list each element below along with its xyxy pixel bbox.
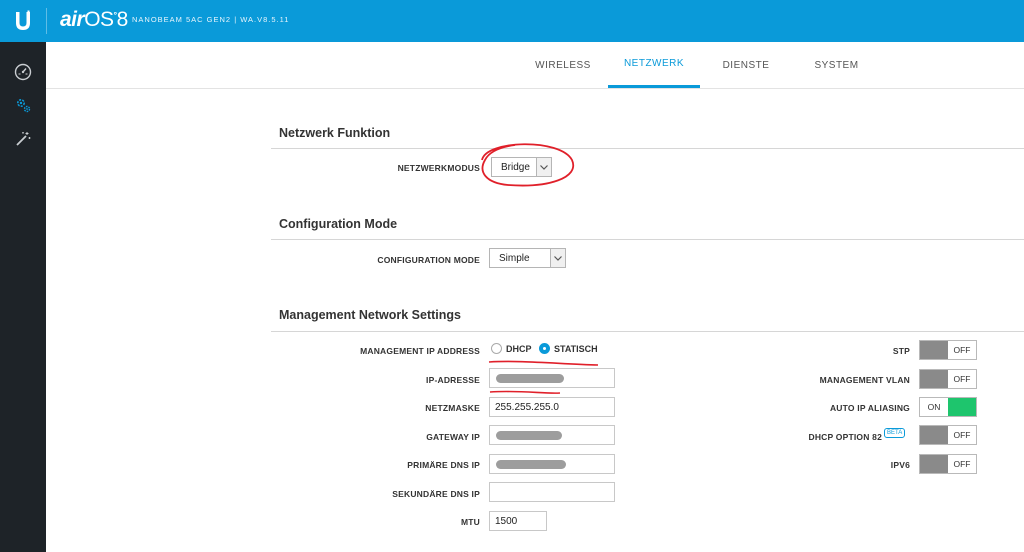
- stp-toggle[interactable]: OFF: [919, 340, 977, 360]
- gateway-ip-input[interactable]: [489, 425, 615, 445]
- beta-badge: BETA: [884, 428, 906, 438]
- auto-ip-aliasing-label: AUTO IP ALIASING: [829, 403, 910, 413]
- network-mode-select[interactable]: Bridge: [491, 157, 552, 177]
- toggle-state: OFF: [953, 459, 971, 469]
- section-title-configuration: Configuration Mode: [279, 217, 398, 231]
- section-divider: [271, 331, 1024, 332]
- chevron-down-icon: [536, 158, 551, 176]
- tab-label: WIRELESS: [535, 59, 591, 71]
- configuration-mode-select[interactable]: Simple: [489, 248, 566, 268]
- ipv6-label: IPV6: [890, 460, 910, 470]
- tab-label: NETZWERK: [623, 58, 685, 69]
- dhcp-radio-label: DHCP: [506, 343, 532, 354]
- mtu-label: MTU: [460, 517, 480, 527]
- toggle-state: OFF: [953, 345, 971, 355]
- redacted-value: [496, 460, 566, 469]
- tab-wireless[interactable]: WIRELESS: [522, 42, 604, 88]
- redacted-value: [496, 431, 562, 440]
- tab-label: DIENSTE: [722, 59, 770, 71]
- tab-system[interactable]: SYSTEM: [799, 42, 874, 88]
- dhcp-option-82-toggle[interactable]: OFF: [919, 425, 977, 445]
- stp-label: STP: [892, 346, 910, 356]
- device-info: NANOBEAM 5AC GEN2 | WA.V8.5.11: [132, 15, 290, 24]
- ip-address-input[interactable]: [489, 368, 615, 388]
- configuration-mode-label: CONFIGURATION MODE: [377, 255, 480, 265]
- configuration-mode-value: Simple: [499, 252, 530, 264]
- ubiquiti-u-icon: [16, 10, 30, 30]
- toggle-state: ON: [927, 402, 941, 412]
- mtu-input[interactable]: 1500: [489, 511, 547, 531]
- section-divider: [271, 148, 1024, 149]
- toggle-knob: [948, 398, 976, 416]
- ip-address-label: IP-ADRESSE: [426, 375, 480, 385]
- gateway-ip-label: GATEWAY IP: [426, 432, 480, 442]
- section-title-management: Management Network Settings: [279, 308, 461, 322]
- network-mode-value: Bridge: [501, 161, 530, 173]
- toggle-state: OFF: [953, 374, 971, 384]
- toggle-knob: [920, 341, 948, 359]
- ubiquiti-logo[interactable]: [0, 0, 46, 42]
- static-radio[interactable]: [539, 343, 550, 354]
- dhcp-radio[interactable]: [491, 343, 502, 354]
- tab-bar: WIRELESS NETZWERK DIENSTE SYSTEM: [46, 42, 1024, 89]
- management-vlan-label: MANAGEMENT VLAN: [819, 375, 910, 385]
- tools-wand-icon[interactable]: [13, 129, 33, 149]
- management-ip-address-label: MANAGEMENT IP ADDRESS: [360, 346, 480, 356]
- brand-title: airOS°8: [60, 8, 128, 31]
- primary-dns-label: PRIMÄRE DNS IP: [407, 460, 480, 470]
- secondary-dns-label: SEKUNDÄRE DNS IP: [392, 489, 480, 499]
- redacted-value: [496, 374, 564, 383]
- section-title-network-function: Netzwerk Funktion: [279, 126, 391, 140]
- network-mode-label: NETZWERKMODUS: [397, 163, 480, 173]
- dhcp-option-82-label: DHCP OPTION 82: [808, 432, 882, 442]
- netmask-input[interactable]: 255.255.255.0: [489, 397, 615, 417]
- static-radio-label: STATISCH: [554, 343, 598, 354]
- top-header: airOS°8 NANOBEAM 5AC GEN2 | WA.V8.5.11: [0, 0, 1024, 42]
- static-radio-option[interactable]: STATISCH: [539, 343, 598, 354]
- netmask-label: NETZMASKE: [425, 403, 480, 413]
- sidebar: [0, 42, 46, 552]
- toggle-knob: [920, 455, 948, 473]
- toggle-state: OFF: [953, 430, 971, 440]
- chevron-down-icon: [550, 249, 565, 267]
- toggle-knob: [920, 370, 948, 388]
- tab-netzwerk[interactable]: NETZWERK: [608, 42, 700, 88]
- header-divider: [46, 8, 47, 34]
- primary-dns-input[interactable]: [489, 454, 615, 474]
- ipv6-toggle[interactable]: OFF: [919, 454, 977, 474]
- settings-gears-icon[interactable]: [13, 95, 33, 115]
- dashboard-icon[interactable]: [13, 62, 33, 82]
- toggle-knob: [920, 426, 948, 444]
- auto-ip-aliasing-toggle[interactable]: ON: [919, 397, 977, 417]
- red-underline-annotation: [489, 390, 561, 394]
- tab-dienste[interactable]: DIENSTE: [710, 42, 782, 88]
- management-vlan-toggle[interactable]: OFF: [919, 369, 977, 389]
- dhcp-radio-option[interactable]: DHCP: [491, 343, 532, 354]
- tab-label: SYSTEM: [814, 59, 859, 71]
- red-underline-annotation: [488, 360, 599, 366]
- section-divider: [271, 239, 1024, 240]
- secondary-dns-input[interactable]: [489, 482, 615, 502]
